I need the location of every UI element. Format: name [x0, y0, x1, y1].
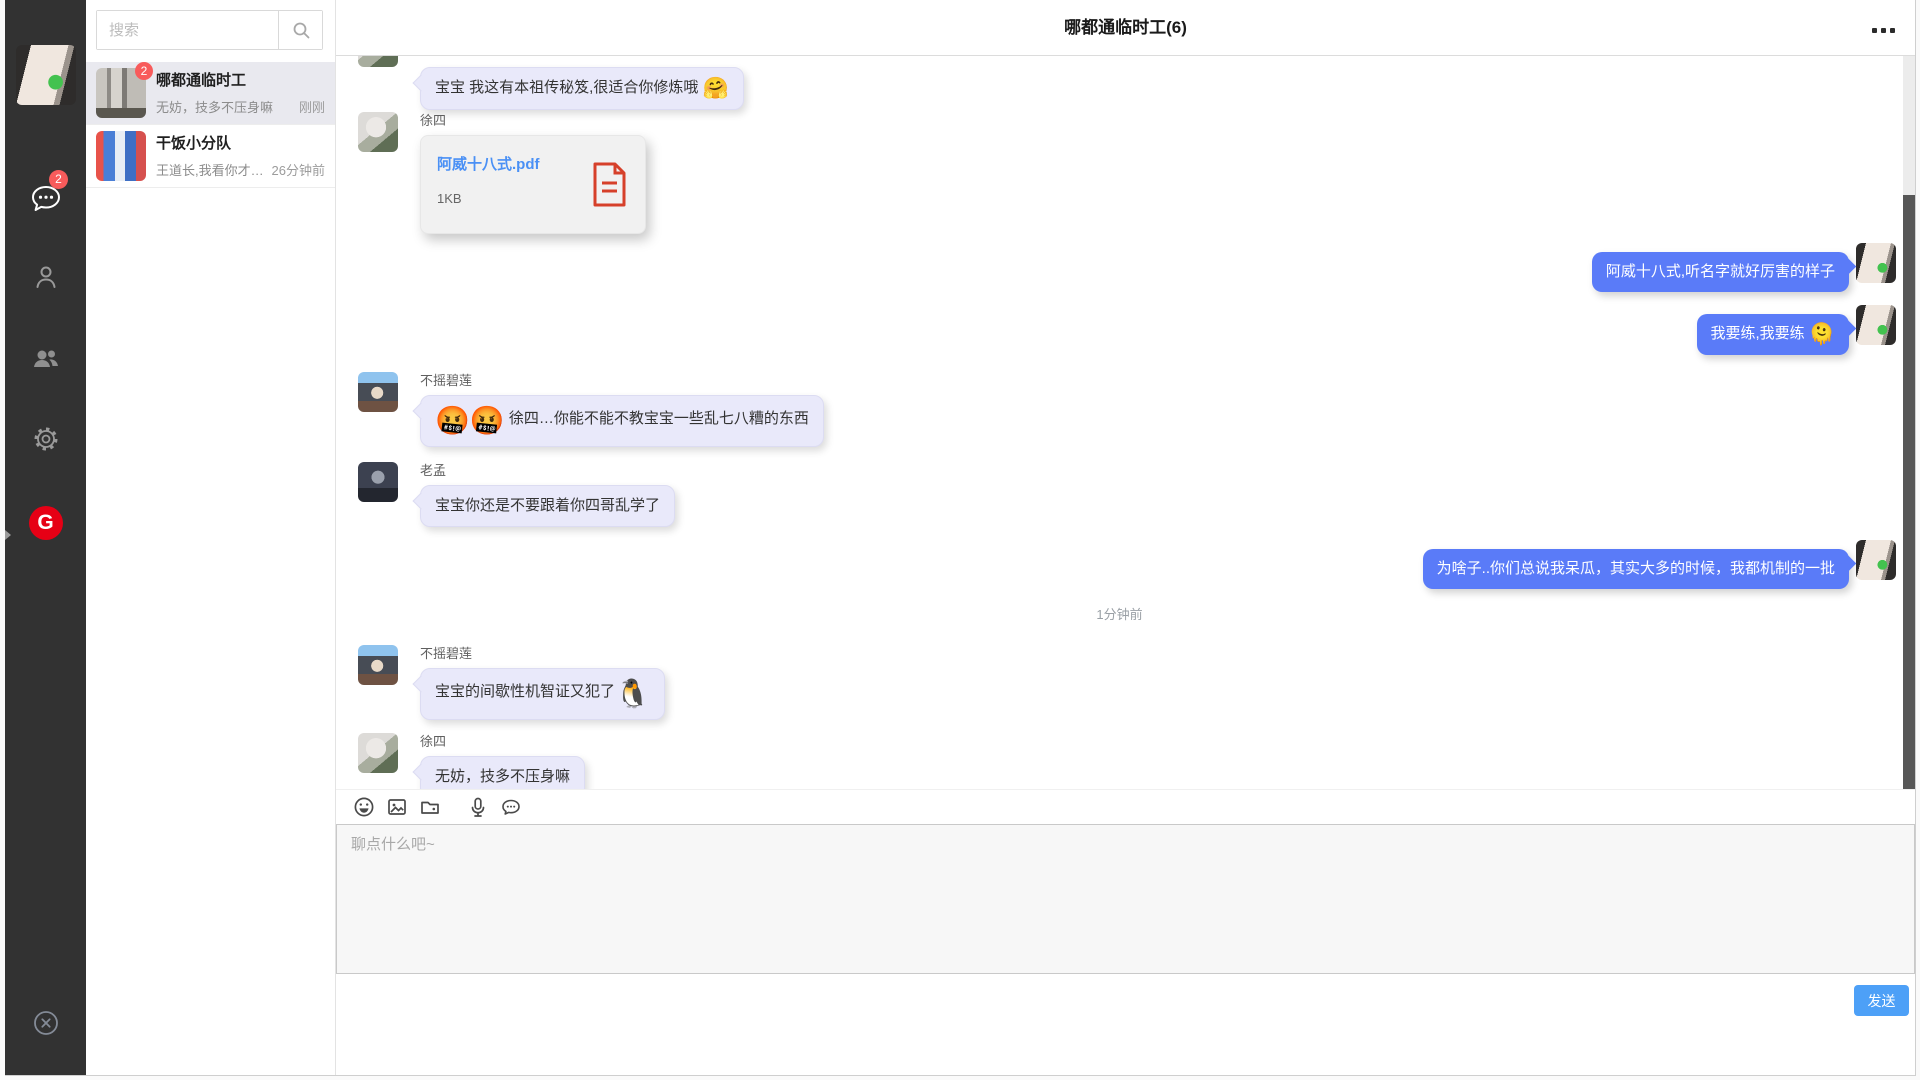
- avatar[interactable]: [358, 112, 398, 152]
- message-input-area: [336, 824, 1915, 974]
- settings-nav-icon[interactable]: [31, 424, 61, 459]
- message-area: 宝宝 我这有本祖传秘笈,很适合你修炼哦 🤗 徐四 阿威十八式.pdf 1KB: [336, 56, 1915, 845]
- nav-rail: 2 G: [5, 0, 86, 1075]
- conversation-avatar: [96, 131, 146, 181]
- emoji-button[interactable]: [352, 795, 376, 819]
- message-row: 不摇碧莲 宝宝的间歇性机智证又犯了🐧: [358, 645, 665, 720]
- sender-name: 老孟: [420, 462, 675, 480]
- message-bubble[interactable]: 宝宝你还是不要跟着你四哥乱学了: [420, 485, 675, 527]
- chat-panel: 哪都通临时工(6) 宝宝 我这有本祖传秘笈,很适合你修炼哦 🤗 徐四 阿威十八式…: [336, 0, 1915, 1075]
- image-icon: [386, 796, 408, 818]
- gear-icon: [31, 424, 61, 454]
- send-bar: 发送: [336, 975, 1915, 1020]
- avatar[interactable]: [358, 462, 398, 502]
- pdf-file-icon: [591, 162, 628, 212]
- microphone-icon: [467, 796, 489, 818]
- search-icon: [291, 20, 311, 40]
- message-row: 宝宝 我这有本祖传秘笈,很适合你修炼哦 🤗: [358, 56, 744, 110]
- message-row: 阿威十八式,听名字就好厉害的样子: [1592, 243, 1896, 292]
- message-bubble[interactable]: 为啥子..你们总说我呆瓜，其实大多的时候，我都机制的一批: [1423, 549, 1849, 589]
- conversation-time: 26分钟前: [272, 160, 325, 179]
- smiley-icon: [353, 796, 375, 818]
- search-button[interactable]: [278, 11, 322, 49]
- message-row: 为啥子..你们总说我呆瓜，其实大多的时候，我都机制的一批: [1423, 540, 1896, 589]
- chat-header: 哪都通临时工(6): [336, 0, 1915, 56]
- sender-name: 不摇碧莲: [420, 645, 665, 663]
- file-attachment-card[interactable]: 阿威十八式.pdf 1KB: [420, 135, 646, 234]
- groups-nav-icon[interactable]: [30, 343, 62, 380]
- composer-toolbar: [336, 789, 1915, 824]
- chat-title: 哪都通临时工(6): [336, 0, 1915, 56]
- sender-name: 徐四: [420, 733, 585, 751]
- avatar[interactable]: [358, 372, 398, 412]
- time-divider: 1分钟前: [336, 604, 1903, 623]
- avatar[interactable]: [1856, 540, 1896, 580]
- message-bubble[interactable]: 宝宝的间歇性机智证又犯了🐧: [420, 668, 665, 720]
- image-button[interactable]: [385, 795, 409, 819]
- g-logo[interactable]: G: [29, 506, 63, 540]
- conversation-list-panel: 2 哪都通临时工 无妨，技多不压身嘛 刚刚 干饭小分队 王道长,我看你才… 26…: [86, 0, 336, 1075]
- file-button[interactable]: [418, 795, 442, 819]
- scrollbar-thumb[interactable]: [1903, 195, 1915, 838]
- hug-emoji: 🤗: [703, 77, 729, 100]
- logout-button[interactable]: [31, 1008, 61, 1043]
- message-input[interactable]: [337, 825, 1914, 973]
- contacts-nav-icon[interactable]: [31, 262, 61, 297]
- person-icon: [31, 262, 61, 292]
- message-row: 老孟 宝宝你还是不要跟着你四哥乱学了: [358, 462, 675, 527]
- message-bubble-icon: [500, 796, 522, 818]
- group-avatar-image: [96, 131, 146, 181]
- message-row: 徐四 阿威十八式.pdf 1KB: [358, 112, 646, 234]
- group-icon: [30, 343, 62, 375]
- avatar[interactable]: [358, 645, 398, 685]
- message-bubble[interactable]: 🤬🤬 徐四…你能不能不教宝宝一些乱七八糟的东西: [420, 395, 824, 447]
- chat-record-button[interactable]: [499, 795, 523, 819]
- more-options-icon[interactable]: [1868, 24, 1899, 37]
- message-bubble[interactable]: 阿威十八式,听名字就好厉害的样子: [1592, 252, 1849, 292]
- scrollbar-track[interactable]: [1903, 56, 1915, 845]
- message-row: 我要练,我要练 🫠: [1697, 305, 1897, 355]
- message-bubble[interactable]: 宝宝 我这有本祖传秘笈,很适合你修炼哦 🤗: [420, 67, 744, 110]
- conversation-item[interactable]: 2 哪都通临时工 无妨，技多不压身嘛 刚刚: [86, 62, 335, 125]
- conversation-title: 哪都通临时工: [156, 71, 325, 91]
- message-bubble[interactable]: 我要练,我要练 🫠: [1697, 314, 1850, 355]
- user-avatar[interactable]: [16, 45, 76, 105]
- conversation-avatar: 2: [96, 68, 146, 118]
- penguin-sticker: 🐧: [615, 678, 650, 709]
- search-input[interactable]: [97, 11, 278, 49]
- conversation-item[interactable]: 干饭小分队 王道长,我看你才… 26分钟前: [86, 125, 335, 188]
- unread-badge: 2: [49, 170, 68, 189]
- voice-button[interactable]: [466, 795, 490, 819]
- avatar[interactable]: [358, 56, 398, 67]
- folder-icon: [419, 796, 441, 818]
- conversation-preview: 王道长,我看你才…: [156, 160, 266, 179]
- avatar[interactable]: [358, 733, 398, 773]
- angry-emoji: 🤬🤬: [435, 405, 505, 436]
- message-row: 不摇碧莲 🤬🤬 徐四…你能不能不教宝宝一些乱七八糟的东西: [358, 372, 824, 447]
- app-window: 2 G 2 哪都通临时工: [5, 0, 1916, 1076]
- search-box: [96, 10, 323, 50]
- close-circle-icon: [31, 1008, 61, 1038]
- sender-name: 徐四: [420, 112, 646, 130]
- conversation-time: 刚刚: [299, 97, 325, 116]
- avatar[interactable]: [1856, 243, 1896, 283]
- unread-badge: 2: [135, 62, 153, 80]
- conversation-preview: 无妨，技多不压身嘛: [156, 97, 293, 116]
- melting-face-emoji: 🫠: [1809, 323, 1835, 346]
- send-button[interactable]: 发送: [1854, 985, 1909, 1016]
- avatar[interactable]: [1856, 305, 1896, 345]
- panel-expander-arrow[interactable]: [5, 530, 11, 540]
- conversation-title: 干饭小分队: [156, 134, 325, 154]
- sender-name: 不摇碧莲: [420, 372, 824, 390]
